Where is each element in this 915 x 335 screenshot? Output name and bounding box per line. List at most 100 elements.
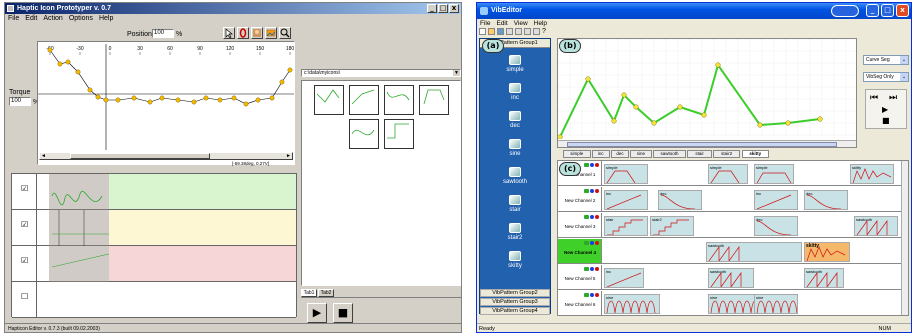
scroll-thumb[interactable] <box>70 153 210 159</box>
pattern-item-dec[interactable]: dec <box>480 111 550 129</box>
path-dropdown-arrow-icon[interactable]: ▼ <box>453 70 460 76</box>
vib-clip[interactable]: skitty <box>850 164 894 184</box>
vib-clip[interactable]: inc <box>754 190 798 210</box>
curve-control-point[interactable] <box>558 134 563 139</box>
channel-header[interactable]: New Channel 6 <box>558 291 602 315</box>
waveform-h-scrollbar[interactable]: ◄ ► <box>39 152 293 160</box>
pattern-tab-sawtooth[interactable]: sawtooth <box>652 150 687 158</box>
pattern-item-stair[interactable]: stair <box>480 195 550 213</box>
pattern-item-skitty[interactable]: skitty <box>480 251 550 269</box>
waveform-control-point[interactable] <box>255 97 261 103</box>
hand-tool-icon[interactable] <box>251 27 263 39</box>
vib-clip[interactable]: inc <box>604 190 648 210</box>
vib-clip[interactable]: sawtooth <box>708 268 754 288</box>
icon-thumbnail[interactable] <box>384 119 414 149</box>
new-file-icon[interactable] <box>479 28 486 35</box>
waveform-control-point[interactable] <box>191 99 197 105</box>
copy-icon[interactable] <box>515 28 522 35</box>
pattern-group-button[interactable]: VibPattern Group3 <box>480 298 550 306</box>
close-button[interactable]: x <box>449 4 459 13</box>
position-input[interactable]: 100 <box>152 29 174 38</box>
vib-menu-edit[interactable]: Edit <box>496 19 507 28</box>
waveform-control-point[interactable] <box>269 95 275 101</box>
vib-play-button[interactable]: ▶ <box>882 105 888 114</box>
tab-2[interactable]: Tab2 <box>318 289 334 297</box>
waveform-control-point[interactable] <box>175 97 181 103</box>
pattern-item-sawtooth[interactable]: sawtooth <box>480 167 550 185</box>
rewind-button[interactable]: ⏮ <box>870 93 878 103</box>
curve-editor[interactable] <box>557 38 857 148</box>
curve-control-point[interactable] <box>715 62 721 68</box>
vib-clip[interactable]: sawtooth <box>804 268 844 288</box>
channel-header[interactable]: New Channel 4 <box>558 239 602 263</box>
channel-v-scrollbar[interactable] <box>901 161 908 315</box>
icon-thumbnail[interactable] <box>349 85 379 115</box>
pattern-item-simple[interactable]: simple <box>480 55 550 73</box>
curve-control-point[interactable] <box>611 118 617 124</box>
pattern-tab-stair2[interactable]: stair2 <box>712 150 741 158</box>
waveform-control-point[interactable] <box>57 61 63 67</box>
vib-clip[interactable]: sawtooth <box>706 242 802 262</box>
curve-scroll-thumb[interactable] <box>567 142 837 147</box>
right-close-button[interactable]: x <box>896 4 909 17</box>
print-icon[interactable] <box>533 28 540 35</box>
vib-clip[interactable]: simple <box>754 164 794 184</box>
waveform-control-point[interactable] <box>243 101 249 107</box>
vibseg-dropdown[interactable]: VibSeg Only ⌄ <box>863 72 909 82</box>
vib-clip[interactable]: dec <box>658 190 702 210</box>
icon-thumbnail[interactable] <box>349 119 379 149</box>
vibseg-arrow-icon[interactable]: ⌄ <box>900 73 908 81</box>
waveform-control-point[interactable] <box>47 47 53 53</box>
image-tool-icon[interactable] <box>265 27 277 39</box>
torque-input[interactable]: 100 <box>9 97 31 106</box>
curve-seg-arrow-icon[interactable]: ⌄ <box>900 56 908 64</box>
curve-control-point[interactable] <box>785 120 791 126</box>
vib-menu-help[interactable]: Help <box>534 19 547 28</box>
curve-control-point[interactable] <box>633 104 639 110</box>
waveform-control-point[interactable] <box>147 99 153 105</box>
right-minimize-button[interactable]: _ <box>866 4 879 17</box>
channel-header[interactable]: New Channel 5 <box>558 265 602 289</box>
marker-tool-icon[interactable] <box>237 27 249 39</box>
vib-clip[interactable]: simple <box>708 164 748 184</box>
pattern-tab-skitty[interactable]: skitty <box>741 150 770 158</box>
menu-file[interactable]: File <box>8 14 19 24</box>
vib-clip[interactable]: dec <box>804 190 848 210</box>
vib-clip[interactable]: sawtooth <box>854 216 898 236</box>
cut-icon[interactable] <box>506 28 513 35</box>
waveform-control-point[interactable] <box>287 67 293 73</box>
pattern-group-button[interactable]: VibPattern Group2 <box>480 289 550 297</box>
paste-icon[interactable] <box>524 28 531 35</box>
pattern-item-sine[interactable]: sine <box>480 139 550 157</box>
open-file-icon[interactable] <box>488 28 495 35</box>
vib-menu-view[interactable]: View <box>514 19 528 28</box>
vib-clip[interactable]: simple <box>604 164 648 184</box>
vib-clip[interactable]: stair2 <box>650 216 694 236</box>
vib-clip[interactable]: stair <box>604 216 648 236</box>
waveform-control-point[interactable] <box>65 59 71 65</box>
waveform-control-point[interactable] <box>95 94 101 100</box>
help-icon[interactable]: ? <box>542 28 549 35</box>
menu-action[interactable]: Action <box>43 14 62 24</box>
curve-plot[interactable] <box>558 39 856 139</box>
pattern-tab-inc[interactable]: inc <box>591 150 610 158</box>
pattern-tab-simple[interactable]: simple <box>563 150 591 158</box>
waveform-control-point[interactable] <box>115 97 121 103</box>
curve-control-point[interactable] <box>621 92 627 98</box>
minimize-button[interactable]: _ <box>427 4 437 13</box>
pattern-tab-dec[interactable]: dec <box>610 150 630 158</box>
vib-clip[interactable]: sine <box>754 294 798 314</box>
waveform-control-point[interactable] <box>231 95 237 101</box>
curve-control-point[interactable] <box>701 112 707 118</box>
fast-forward-button[interactable]: ⏭ <box>889 93 897 103</box>
scroll-right-arrow[interactable]: ► <box>285 153 292 159</box>
curve-control-point[interactable] <box>585 76 591 82</box>
pointer-tool-icon[interactable] <box>223 27 235 39</box>
vib-clip[interactable]: skitty <box>804 242 850 262</box>
curve-h-scrollbar[interactable] <box>558 140 856 147</box>
vib-clip[interactable]: sine <box>604 294 660 314</box>
icon-thumbnail[interactable] <box>384 85 414 115</box>
magnifier-icon[interactable] <box>279 27 291 39</box>
pattern-item-inc[interactable]: inc <box>480 83 550 101</box>
curve-seg-dropdown[interactable]: Curve Seg ⌄ <box>863 55 909 65</box>
